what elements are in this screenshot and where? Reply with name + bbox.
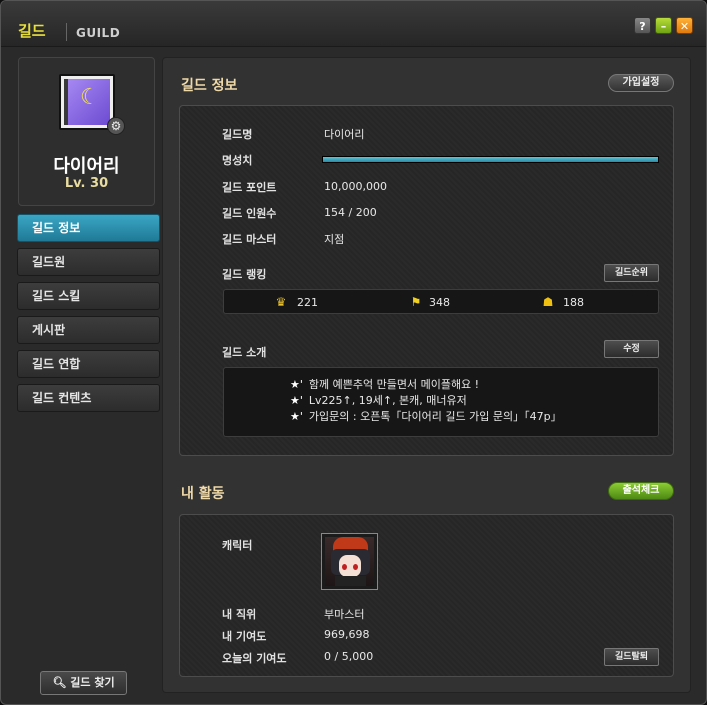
- intro-line: ★' 함께 예쁜추억 만들면서 메이플해요 !: [290, 378, 480, 391]
- character-avatar: [321, 533, 378, 590]
- my-activity-title: 내 활동: [181, 486, 225, 502]
- menu-item-guild-skill[interactable]: 길드 스킬: [17, 282, 160, 310]
- gear-icon[interactable]: ⚙: [107, 117, 125, 135]
- find-guild-button[interactable]: 🔍︎ 길드 찾기: [40, 671, 127, 695]
- guild-name-value: 다이어리: [324, 128, 365, 141]
- join-settings-button[interactable]: 가입설정: [608, 74, 674, 92]
- rank-value: 221: [297, 296, 318, 309]
- attendance-check-button[interactable]: 출석체크: [608, 482, 674, 500]
- guild-intro-box: ★' 함께 예쁜추억 만들면서 메이플해요 ! ★' Lv225↑, 19세↑, 본…: [223, 367, 659, 437]
- menu-item-alliance[interactable]: 길드 연합: [17, 350, 160, 378]
- moon-icon: ☾: [80, 85, 100, 110]
- guild-ranking-button[interactable]: 길드순위: [604, 264, 659, 282]
- fame-bar-fill: [323, 157, 658, 162]
- flag-icon: ⚑: [410, 295, 422, 309]
- my-position-label: 내 직위: [222, 608, 257, 621]
- guild-master-value: 지점: [324, 233, 345, 246]
- today-contribution-value: 0 / 5,000: [324, 650, 374, 663]
- intro-line: ★' Lv225↑, 19세↑, 본캐, 매너유저: [290, 394, 467, 407]
- today-contribution-label: 오늘의 기여도: [222, 652, 287, 665]
- guild-points-label: 길드 포인트: [222, 181, 277, 194]
- title-divider: [66, 23, 67, 41]
- character-label: 캐릭터: [222, 539, 253, 552]
- guild-name-label: 길드명: [222, 128, 253, 141]
- ranking-bar: ♛ 221 ⚑ 348 ☗ 188: [223, 289, 659, 314]
- guild-master-label: 길드 마스터: [222, 233, 277, 246]
- close-button[interactable]: ✕: [676, 17, 693, 34]
- member-count-value: 154 / 200: [324, 206, 377, 219]
- menu-item-guild-info[interactable]: 길드 정보: [17, 214, 160, 242]
- help-button[interactable]: ?: [634, 17, 651, 34]
- guild-intro-label: 길드 소개: [222, 346, 267, 359]
- my-contribution-value: 969,698: [324, 628, 370, 641]
- guild-info-title: 길드 정보: [181, 78, 238, 94]
- cat-icon: ☗: [542, 295, 554, 309]
- rank-value: 188: [563, 296, 584, 309]
- guild-level: Lv. 30: [64, 176, 109, 191]
- star-icon: ★': [290, 394, 303, 407]
- window-title-en: GUILD: [76, 26, 121, 40]
- search-icon: 🔍︎: [52, 676, 67, 689]
- my-contribution-label: 내 기여도: [222, 630, 267, 643]
- leave-guild-button[interactable]: 길드탈퇴: [604, 648, 659, 666]
- my-position-value: 부마스터: [324, 608, 365, 621]
- fame-label: 명성치: [222, 154, 253, 167]
- rank-value: 348: [429, 296, 450, 309]
- menu-item-contents[interactable]: 길드 컨텐츠: [17, 384, 160, 412]
- intro-line: ★' 가입문의 : 오픈톡「다이어리 길드 가입 문의」「47p」: [290, 410, 562, 423]
- guild-points-value: 10,000,000: [324, 180, 387, 193]
- star-icon: ★': [290, 378, 303, 391]
- window-title-ko: 길드: [18, 22, 46, 40]
- guild-ranking-label: 길드 랭킹: [222, 268, 267, 281]
- fame-bar: [322, 156, 659, 163]
- star-icon: ★': [290, 410, 303, 423]
- menu-item-members[interactable]: 길드원: [17, 248, 160, 276]
- menu-item-board[interactable]: 게시판: [17, 316, 160, 344]
- member-count-label: 길드 인원수: [222, 207, 277, 220]
- title-bar[interactable]: 길드 GUILD ? – ✕: [1, 1, 706, 47]
- intro-edit-button[interactable]: 수정: [604, 340, 659, 358]
- guild-emblem-icon[interactable]: ☾: [59, 74, 115, 130]
- guild-window: 길드 GUILD ? – ✕ ☾ ⚙ 다이어리 Lv. 30 길드 정보 길드원…: [0, 0, 707, 705]
- guild-name: 다이어리: [53, 156, 120, 177]
- crown-icon: ♛: [275, 295, 287, 309]
- find-guild-label: 길드 찾기: [70, 676, 115, 689]
- guild-profile: ☾ ⚙ 다이어리 Lv. 30: [18, 57, 155, 206]
- minimize-button[interactable]: –: [655, 17, 672, 34]
